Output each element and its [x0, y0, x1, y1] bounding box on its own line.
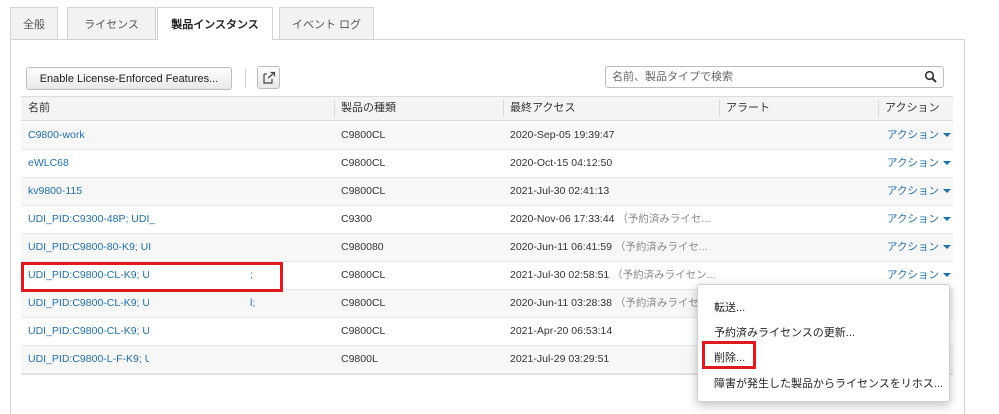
actions-menu[interactable]: アクション — [887, 206, 953, 233]
last-access-time: 2020-Oct-15 04:12:50 — [510, 157, 613, 169]
tab-general[interactable]: 全般 — [10, 7, 58, 39]
table-row: UDI_PID:C9800-80-K9; UI C980080 2020-Jun… — [21, 234, 953, 262]
actions-label: アクション — [887, 269, 939, 281]
product-type: C9800CL — [341, 297, 386, 309]
highlight-box-remove — [702, 341, 756, 369]
search-box — [605, 66, 944, 88]
last-access-time: 2021-Jul-29 03:29:51 — [510, 353, 610, 365]
reserved-license-note: （予約済みライセ... — [614, 241, 708, 253]
last-access-time: 2021-Jul-30 02:58:51 — [510, 269, 610, 281]
last-access-time: 2020-Sep-05 19:39:47 — [510, 129, 615, 141]
actions-menu[interactable]: アクション — [887, 234, 953, 261]
last-access-time: 2020-Nov-06 17:33:44 — [510, 213, 615, 225]
actions-menu[interactable]: アクション — [887, 122, 953, 149]
caret-down-icon — [942, 273, 951, 278]
redaction-mask — [149, 321, 254, 343]
menu-item-update-reserved-licenses[interactable]: 予約済みライセンスの更新... — [714, 324, 855, 340]
last-access: 2020-Jun-11 06:41:59 （予約済みライセ... — [510, 234, 730, 261]
actions-label: アクション — [887, 185, 939, 197]
actions-menu[interactable]: アクション — [887, 178, 953, 205]
product-name-suffix: l; — [250, 297, 256, 309]
menu-item-rehost-licenses[interactable]: 障害が発生した製品からライセンスをリホス... — [714, 375, 943, 391]
product-name-link[interactable]: C9800-work — [28, 122, 263, 149]
product-type: C9800CL — [341, 157, 386, 169]
export-button[interactable] — [257, 66, 280, 89]
last-access-time: 2021-Jul-30 02:41:13 — [510, 185, 610, 197]
tab-product-instances[interactable]: 製品インスタンス — [157, 7, 273, 40]
redaction-mask — [149, 293, 247, 315]
caret-down-icon — [942, 161, 951, 166]
product-type: C9300 — [341, 213, 372, 225]
caret-down-icon — [942, 217, 951, 222]
reserved-license-note: （予約済みライセ... — [617, 213, 711, 225]
product-type: C9800CL — [341, 185, 386, 197]
actions-menu[interactable]: アクション — [887, 150, 953, 177]
caret-down-icon — [942, 189, 951, 194]
toolbar-divider — [245, 69, 246, 88]
product-name-link[interactable]: kv9800-115 — [28, 178, 263, 205]
enable-license-enforced-features-button[interactable]: Enable License-Enforced Features... — [26, 67, 232, 90]
actions-label: アクション — [887, 213, 939, 225]
column-header-actions: アクション — [885, 102, 940, 114]
redaction-mask — [149, 349, 254, 371]
highlight-box-selected-row — [21, 262, 283, 292]
actions-label: アクション — [887, 241, 939, 253]
table-row: C9800-work C9800CL 2020-Sep-05 19:39:47 … — [21, 122, 953, 150]
tab-bar: 全般 ライセンス 製品インスタンス イベント ログ — [10, 7, 965, 40]
table-header: 名前 製品の種類 最終アクセス アラート アクション — [21, 96, 953, 121]
table-row: kv9800-115 C9800CL 2021-Jul-30 02:41:13 … — [21, 178, 953, 206]
product-type: C980080 — [341, 241, 384, 253]
last-access: 2020-Sep-05 19:39:47 — [510, 122, 730, 149]
table-row: eWLC68 C9800CL 2020-Oct-15 04:12:50 アクショ… — [21, 150, 953, 178]
last-access-time: 2020-Jun-11 06:41:59 — [510, 241, 612, 253]
product-type: C9800L — [341, 353, 378, 365]
last-access-time: 2020-Jun-11 03:28:38 — [510, 297, 612, 309]
actions-label: アクション — [887, 129, 939, 141]
actions-label: アクション — [887, 157, 939, 169]
column-header-alerts[interactable]: アラート — [719, 97, 770, 120]
tab-license[interactable]: ライセンス — [67, 7, 156, 39]
column-header-product-type[interactable]: 製品の種類 — [334, 97, 396, 120]
table-row: UDI_PID:C9300-48P; UDI_ C9300 2020-Nov-0… — [21, 206, 953, 234]
caret-down-icon — [942, 133, 951, 138]
menu-item-transfer[interactable]: 転送... — [714, 299, 745, 315]
export-icon — [263, 71, 276, 84]
product-type: C9800CL — [341, 325, 386, 337]
search-input[interactable] — [606, 67, 916, 87]
product-type: C9800CL — [341, 129, 386, 141]
reserved-license-note: （予約済みライセン... — [612, 269, 716, 281]
column-header-name[interactable]: 名前 — [21, 97, 50, 120]
tab-event-log[interactable]: イベント ログ — [279, 7, 374, 39]
last-access: 2020-Nov-06 17:33:44 （予約済みライセ... — [510, 206, 730, 233]
search-icon[interactable] — [924, 70, 938, 84]
product-type: C9800CL — [341, 269, 386, 281]
product-name-link[interactable]: eWLC68 — [28, 150, 263, 177]
last-access: 2021-Jul-30 02:41:13 — [510, 178, 730, 205]
last-access: 2020-Oct-15 04:12:50 — [510, 150, 730, 177]
last-access-time: 2021-Apr-20 06:53:14 — [510, 325, 613, 337]
column-header-last-access[interactable]: 最終アクセス — [503, 97, 575, 120]
caret-down-icon — [942, 245, 951, 250]
redaction-mask — [156, 237, 261, 259]
redaction-mask — [161, 209, 261, 231]
